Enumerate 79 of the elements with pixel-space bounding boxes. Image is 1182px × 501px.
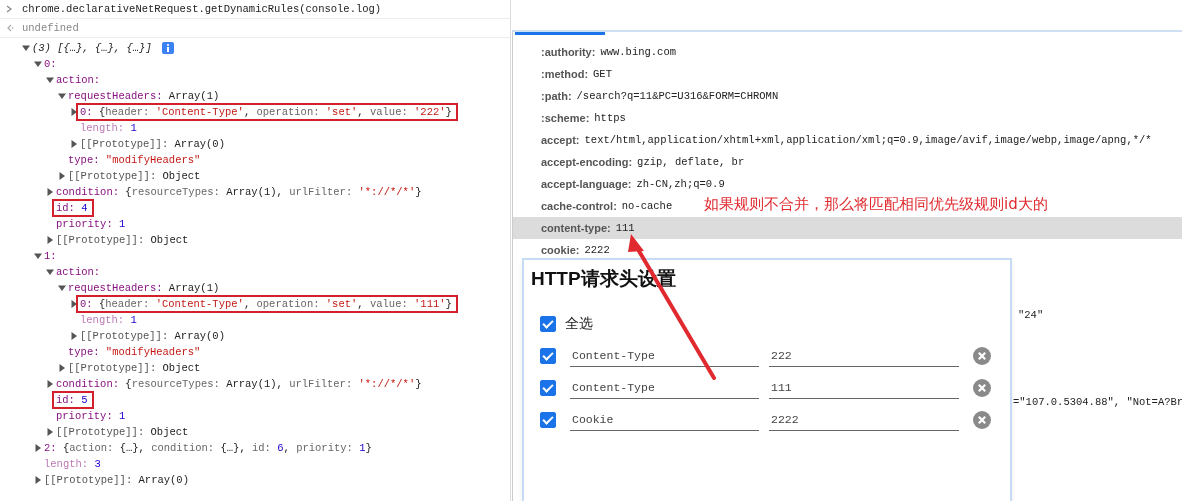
checkbox[interactable] [540, 380, 556, 396]
expanded-triangle-icon[interactable] [34, 60, 42, 68]
collapsed-triangle-icon[interactable] [46, 428, 54, 436]
property-line: requestHeaders: Array(1) [67, 89, 221, 104]
property-line: [[Prototype]]: Array(0) [79, 329, 226, 344]
header-row[interactable]: cookie: 2222 [513, 239, 614, 261]
expanded-triangle-icon[interactable] [58, 92, 66, 100]
console-result: undefined [22, 22, 79, 34]
header-row[interactable]: :scheme: https [513, 107, 630, 129]
remove-icon[interactable] [973, 347, 991, 365]
highlighted-property: 0: {header: 'Content-Type', operation: 'set', value: '111'} [76, 295, 458, 313]
info-icon [161, 42, 174, 54]
property-line: length: 1 [79, 313, 138, 328]
property-line: requestHeaders: Array(1) [67, 281, 221, 296]
collapsed-triangle-icon[interactable] [58, 172, 66, 180]
property-line: [[Prototype]]: Array(0) [43, 473, 190, 488]
property-line: condition: {resourceTypes: Array(1), urlFilter: '*://*/*'} [55, 377, 423, 392]
property-line: condition: {resourceTypes: Array(1), urlFilter: '*://*/*'} [55, 185, 423, 200]
checkbox-label: 全选 [565, 315, 593, 333]
property-line: 2: {action: {…}, condition: {…}, id: 6, priority: 1} [43, 441, 373, 456]
header-value-field[interactable]: 2222 [769, 409, 959, 431]
property-line: [[Prototype]]: Object [67, 169, 202, 184]
highlighted-property: id: 5 [52, 391, 94, 409]
highlighted-property: 0: {header: 'Content-Type', operation: 'set', value: '222'} [76, 103, 458, 121]
prompt-chevron-icon [6, 5, 14, 13]
collapsed-triangle-icon[interactable] [70, 300, 78, 308]
header-value: ="107.0.5304.88", "Not=A?Br [1013, 396, 1182, 408]
collapsed-triangle-icon[interactable] [46, 188, 54, 196]
property-line: action: [55, 265, 102, 280]
header-name-field[interactable]: Content-Type [570, 345, 759, 367]
collapsed-triangle-icon[interactable] [70, 108, 78, 116]
expanded-triangle-icon[interactable] [46, 76, 54, 84]
header-row[interactable]: accept-encoding: gzip, deflate, br [513, 151, 749, 173]
property-line: type: "modifyHeaders" [67, 345, 202, 360]
property-line: (3) [{…}, {…}, {…}] [31, 41, 153, 56]
console-command: chrome.declarativeNetRequest.getDynamicRules(console.log) [22, 3, 382, 15]
annotation-text: 如果规则不合并，那么将匹配相同优先级规则id大的 [704, 196, 1048, 213]
property-line: 0: [43, 57, 58, 72]
header-row[interactable]: accept-language: zh-CN,zh;q=0.9 [513, 173, 729, 195]
collapsed-triangle-icon[interactable] [34, 444, 42, 452]
collapsed-triangle-icon[interactable] [70, 332, 78, 340]
header-row[interactable]: :path: /search?q=11&PC=U316&FORM=CHROMN [513, 85, 783, 107]
expanded-triangle-icon[interactable] [46, 268, 54, 276]
property-line: [[Prototype]]: Array(0) [79, 137, 226, 152]
property-line: length: 1 [79, 121, 138, 136]
collapsed-triangle-icon[interactable] [46, 236, 54, 244]
property-line: action: [55, 73, 102, 88]
property-line: priority: 1 [55, 409, 127, 424]
property-line: [[Prototype]]: Object [67, 361, 202, 376]
header-name-field[interactable]: Cookie [570, 409, 759, 431]
header-row[interactable]: :authority: www.bing.com [513, 41, 680, 63]
header-row[interactable]: content-type: 111 [513, 217, 1182, 239]
collapsed-triangle-icon[interactable] [46, 380, 54, 388]
property-line: priority: 1 [55, 217, 127, 232]
collapsed-triangle-icon[interactable] [70, 140, 78, 148]
checkbox[interactable] [540, 348, 556, 364]
header-row[interactable]: cache-control: no-cache [513, 195, 677, 217]
highlighted-property: id: 4 [52, 199, 94, 217]
property-line: type: "modifyHeaders" [67, 153, 202, 168]
property-line: length: 3 [43, 457, 102, 472]
header-value-field[interactable]: 222 [769, 345, 959, 367]
checkbox[interactable] [540, 316, 556, 332]
remove-icon[interactable] [973, 411, 991, 429]
property-line: [[Prototype]]: Object [55, 233, 190, 248]
expanded-triangle-icon[interactable] [58, 284, 66, 292]
remove-icon[interactable] [973, 379, 991, 397]
collapsed-triangle-icon[interactable] [34, 476, 42, 484]
header-row[interactable]: :method: GET [513, 63, 616, 85]
header-value: "24" [1018, 309, 1044, 321]
result-arrow-icon [6, 24, 14, 32]
expanded-triangle-icon[interactable] [22, 44, 30, 52]
header-row[interactable]: accept: text/html,application/xhtml+xml,application/xml;q=0.9,image/avif,image/webp,image/apng,*/* [513, 129, 1156, 151]
expanded-triangle-icon[interactable] [34, 252, 42, 260]
checkbox[interactable] [540, 412, 556, 428]
property-line: 1: [43, 249, 58, 264]
property-line: [[Prototype]]: Object [55, 425, 190, 440]
header-value-field[interactable]: 111 [769, 377, 959, 399]
header-name-field[interactable]: Content-Type [570, 377, 759, 399]
collapsed-triangle-icon[interactable] [58, 364, 66, 372]
